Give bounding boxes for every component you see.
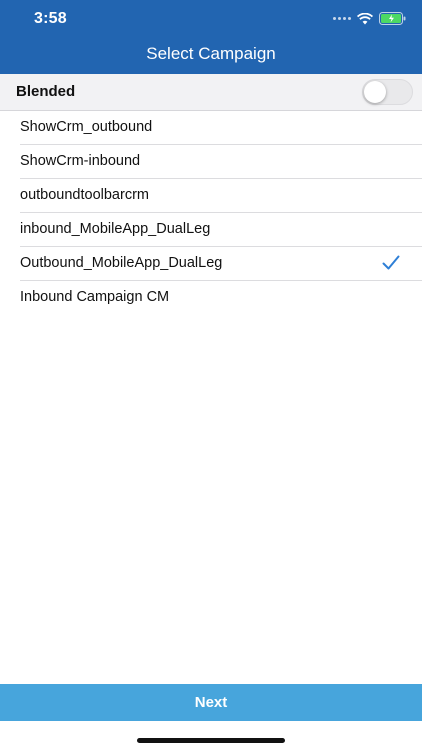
blended-row: Blended: [0, 74, 422, 111]
battery-icon: [379, 12, 406, 25]
campaign-label: ShowCrm_outbound: [20, 119, 153, 135]
status-icons: [333, 12, 406, 25]
campaign-list: ShowCrm_outbound ShowCrm-inbound outboun…: [0, 111, 422, 314]
navigation-header: 3:58 Select Campaign: [0, 0, 422, 74]
campaign-item-outboundtoolbarcrm[interactable]: outboundtoolbarcrm: [20, 179, 422, 213]
campaign-item-inbound-mobileapp-dualleg[interactable]: inbound_MobileApp_DualLeg: [20, 213, 422, 247]
status-time: 3:58: [34, 10, 67, 27]
campaign-item-showcrm-outbound[interactable]: ShowCrm_outbound: [20, 111, 422, 145]
signal-icon: [333, 17, 351, 20]
campaign-label: Outbound_MobileApp_DualLeg: [20, 255, 223, 271]
blended-label: Blended: [16, 83, 76, 100]
campaign-label: Inbound Campaign CM: [20, 289, 170, 305]
campaign-label: inbound_MobileApp_DualLeg: [20, 221, 211, 237]
toggle-knob: [364, 81, 386, 103]
wifi-icon: [357, 12, 373, 24]
campaign-label: outboundtoolbarcrm: [20, 187, 149, 203]
blended-toggle[interactable]: [362, 79, 413, 105]
campaign-item-showcrm-inbound[interactable]: ShowCrm-inbound: [20, 145, 422, 179]
next-button[interactable]: Next: [0, 684, 422, 721]
campaign-label: ShowCrm-inbound: [20, 153, 141, 169]
checkmark-icon: [382, 255, 400, 270]
campaign-item-outbound-mobileapp-dualleg[interactable]: Outbound_MobileApp_DualLeg: [20, 247, 422, 281]
home-indicator: [137, 738, 285, 743]
campaign-item-inbound-campaign-cm[interactable]: Inbound Campaign CM: [20, 281, 422, 314]
page-title: Select Campaign: [146, 44, 276, 63]
